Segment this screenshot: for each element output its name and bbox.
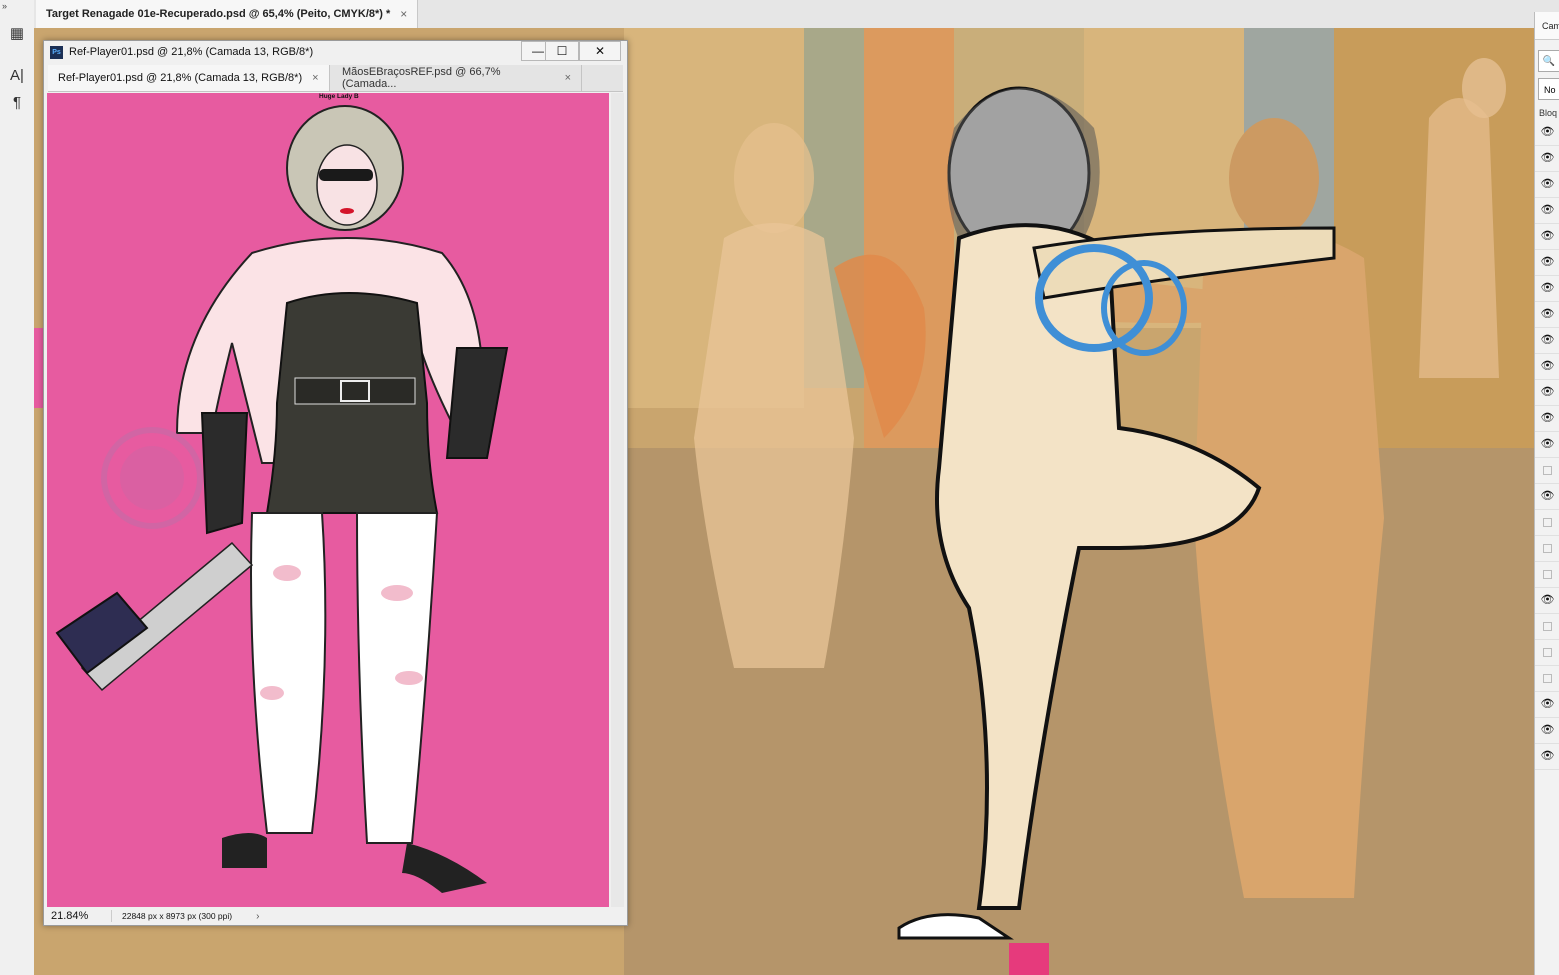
visibility-off-icon[interactable]	[1543, 674, 1552, 683]
reference-window-title: Ref-Player01.psd @ 21,8% (Camada 13, RGB…	[69, 46, 314, 58]
eye-icon[interactable]: 👁	[1541, 361, 1555, 372]
layer-row[interactable]: 👁	[1535, 250, 1559, 276]
layer-row[interactable]: 👁	[1535, 302, 1559, 328]
paragraph-icon[interactable]: ¶	[4, 91, 30, 113]
eye-icon[interactable]: 👁	[1541, 231, 1555, 242]
eye-icon[interactable]: 👁	[1541, 699, 1555, 710]
chevron-right-icon[interactable]: ›	[256, 911, 259, 922]
tab-maos-bracos[interactable]: MãosEBraçosREF.psd @ 66,7% (Camada... ×	[332, 65, 582, 91]
eye-icon[interactable]: 👁	[1541, 751, 1555, 762]
expand-panels-icon[interactable]: »	[0, 0, 34, 12]
close-icon[interactable]: ×	[312, 72, 318, 84]
layer-row[interactable]	[1535, 536, 1559, 562]
character-icon[interactable]: A|	[4, 64, 30, 86]
maximize-button[interactable]: ☐	[545, 41, 579, 61]
close-icon[interactable]: ×	[565, 72, 571, 84]
document-dimensions: 22848 px x 8973 px (300 ppi)	[122, 911, 233, 921]
eye-icon[interactable]: 👁	[1541, 413, 1555, 424]
layers-panel: Cam 🔍 No Bloq 👁 👁 👁 👁 👁 👁 👁 👁 👁 👁 👁 👁 👁 👁 👁 👁 👁 👁	[1534, 12, 1559, 975]
eye-icon[interactable]: 👁	[1541, 439, 1555, 450]
layer-row[interactable]: 👁	[1535, 432, 1559, 458]
search-icon[interactable]: 🔍	[1538, 50, 1559, 72]
layer-row[interactable]: 👁	[1535, 198, 1559, 224]
eye-icon[interactable]: 👁	[1541, 283, 1555, 294]
eye-icon[interactable]: 👁	[1541, 387, 1555, 398]
layer-row[interactable]: 👁	[1535, 276, 1559, 302]
visibility-off-icon[interactable]	[1543, 544, 1552, 553]
eye-icon[interactable]: 👁	[1541, 205, 1555, 216]
eye-icon[interactable]: 👁	[1541, 153, 1555, 164]
eye-icon[interactable]: 👁	[1541, 257, 1555, 268]
layer-row[interactable]	[1535, 562, 1559, 588]
vertical-scrollbar[interactable]	[611, 93, 624, 907]
tool-strip: » ▦ A| ¶	[0, 0, 35, 975]
eye-icon[interactable]: 👁	[1541, 127, 1555, 138]
visibility-off-icon[interactable]	[1543, 466, 1552, 475]
reference-canvas[interactable]: Huge Lady B	[47, 93, 609, 907]
panel-header[interactable]: Cam	[1535, 12, 1559, 40]
eye-icon[interactable]: 👁	[1541, 335, 1555, 346]
layer-row[interactable]: 👁	[1535, 120, 1559, 146]
layer-row[interactable]: 👁	[1535, 692, 1559, 718]
visibility-off-icon[interactable]	[1543, 622, 1552, 631]
layer-row[interactable]: 👁	[1535, 354, 1559, 380]
layer-row[interactable]	[1535, 510, 1559, 536]
visibility-off-icon[interactable]	[1543, 570, 1552, 579]
eye-icon[interactable]: 👁	[1541, 309, 1555, 320]
close-button[interactable]: ✕	[579, 41, 621, 61]
status-bar: 21.84% 22848 px x 8973 px (300 ppi) ›	[47, 907, 623, 925]
layer-row[interactable]	[1535, 614, 1559, 640]
layer-row[interactable]: 👁	[1535, 172, 1559, 198]
eye-icon[interactable]: 👁	[1541, 725, 1555, 736]
photoshop-icon: Ps	[50, 45, 63, 59]
tab-ref-player[interactable]: Ref-Player01.psd @ 21,8% (Camada 13, RGB…	[48, 65, 330, 91]
layer-row[interactable]	[1535, 458, 1559, 484]
close-icon[interactable]: ×	[400, 7, 407, 21]
document-tab-bar: Target Renagade 01e-Recuperado.psd @ 65,…	[34, 0, 1559, 29]
reference-caption: Huge Lady B	[319, 93, 359, 100]
layer-row[interactable]: 👁	[1535, 744, 1559, 770]
layer-row[interactable]: 👁	[1535, 718, 1559, 744]
tab-label: MãosEBraçosREF.psd @ 66,7% (Camada...	[342, 66, 501, 90]
visibility-off-icon[interactable]	[1543, 518, 1552, 527]
eye-icon[interactable]: 👁	[1541, 595, 1555, 606]
reference-artwork	[55, 105, 509, 893]
layer-row[interactable]: 👁	[1535, 406, 1559, 432]
zoom-level[interactable]: 21.84%	[47, 910, 112, 922]
reference-tab-bar: Ref-Player01.psd @ 21,8% (Camada 13, RGB…	[48, 65, 623, 92]
layer-row[interactable]: 👁	[1535, 328, 1559, 354]
layer-row[interactable]: 👁	[1535, 484, 1559, 510]
visibility-off-icon[interactable]	[1543, 648, 1552, 657]
tab-label: Ref-Player01.psd @ 21,8% (Camada 13, RGB…	[58, 72, 303, 84]
layer-row[interactable]: 👁	[1535, 588, 1559, 614]
eye-icon[interactable]: 👁	[1541, 491, 1555, 502]
filter-field[interactable]: No	[1538, 78, 1559, 100]
document-tab-label: Target Renagade 01e-Recuperado.psd @ 65,…	[46, 8, 391, 20]
layer-row[interactable]: 👁	[1535, 146, 1559, 172]
reference-window[interactable]: Ps Ref-Player01.psd @ 21,8% (Camada 13, …	[43, 40, 628, 926]
layer-row[interactable]	[1535, 640, 1559, 666]
document-tab[interactable]: Target Renagade 01e-Recuperado.psd @ 65,…	[36, 0, 419, 28]
layer-row[interactable]	[1535, 666, 1559, 692]
eye-icon[interactable]: 👁	[1541, 179, 1555, 190]
grid-icon[interactable]: ▦	[4, 22, 30, 44]
lock-label: Bloq	[1539, 108, 1558, 118]
layer-row[interactable]: 👁	[1535, 224, 1559, 250]
layer-row[interactable]: 👁	[1535, 380, 1559, 406]
